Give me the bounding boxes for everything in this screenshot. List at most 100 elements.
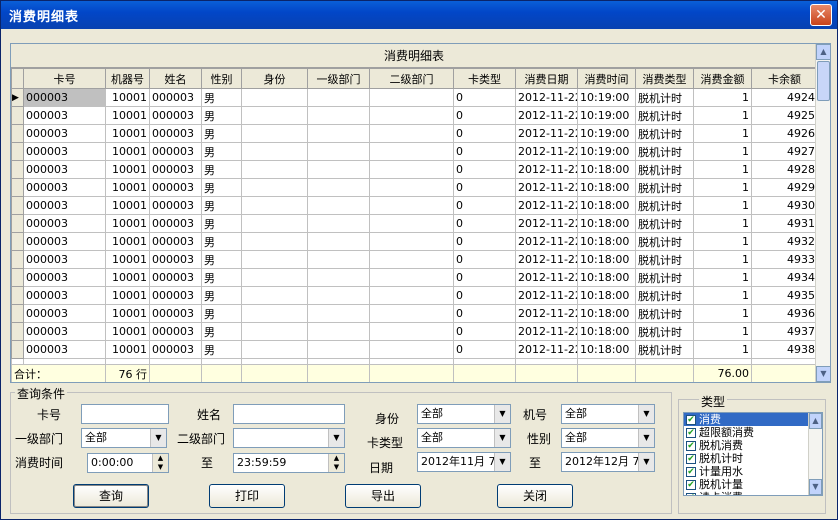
cell-gender[interactable]: 男	[201, 124, 242, 143]
row-selector[interactable]	[11, 250, 24, 269]
cell-ctype[interactable]: 脱机计时	[635, 286, 694, 305]
cell-amount[interactable]: 1	[693, 196, 752, 215]
cell-date[interactable]: 2012-11-22	[515, 322, 578, 341]
cell-card-type[interactable]: 0	[453, 196, 516, 215]
cell-gender[interactable]: 男	[201, 196, 242, 215]
cell-time[interactable]: 10:18:00	[577, 322, 636, 341]
row-selector[interactable]	[11, 142, 24, 161]
row-pointer-icon[interactable]: ▶	[11, 88, 24, 107]
type-checklist[interactable]: ✔消费✔超限额消费✔脱机消费✔脱机计时✔计量用水✔脱机计量✔读卡消费 ▲ ▼	[683, 412, 823, 496]
cell-card[interactable]: 000003	[23, 214, 106, 233]
cell-machine[interactable]: 10001	[105, 142, 150, 161]
cell-card[interactable]: 000003	[23, 268, 106, 287]
card-input[interactable]	[81, 404, 169, 424]
cell-balance[interactable]: 4928	[751, 160, 818, 179]
cell-machine[interactable]: 10001	[105, 340, 150, 359]
row-selector[interactable]	[11, 178, 24, 197]
cell-time[interactable]: 10:18:00	[577, 268, 636, 287]
checkbox-icon[interactable]: ✔	[686, 428, 696, 438]
cell-dept1[interactable]	[307, 160, 370, 179]
row-selector[interactable]	[11, 196, 24, 215]
scroll-up-icon[interactable]: ▲	[816, 44, 830, 60]
time-to-input[interactable]: 23:59:59 ▲ ▼	[233, 453, 345, 473]
cell-dept2[interactable]	[369, 88, 454, 107]
cell-ctype[interactable]: 脱机计时	[635, 268, 694, 287]
cell-machine[interactable]: 10001	[105, 196, 150, 215]
table-row[interactable]: 000003 10001 000003 男 0 2012-11-22 10:18:00 脱机计…	[11, 178, 818, 197]
cell-name[interactable]: 000003	[149, 106, 202, 125]
cell-name[interactable]: 000003	[149, 196, 202, 215]
cell-date[interactable]: 2012-11-22	[515, 160, 578, 179]
cell-balance[interactable]: 4938	[751, 340, 818, 359]
query-button[interactable]: 查询	[73, 484, 149, 508]
cell-dept1[interactable]	[307, 340, 370, 359]
cell-name[interactable]: 000003	[149, 304, 202, 323]
checkbox-icon[interactable]: ✔	[686, 480, 696, 490]
type-list-item[interactable]: ✔ 脱机计时	[684, 452, 822, 465]
type-list-item[interactable]: ✔ 计量用水	[684, 465, 822, 478]
cell-dept2[interactable]	[369, 124, 454, 143]
cell-ctype[interactable]: 脱机计时	[635, 304, 694, 323]
cardtype-select[interactable]: 全部 ▼	[417, 428, 511, 448]
column-header[interactable]: 身份	[241, 68, 308, 89]
cell-identity[interactable]	[241, 304, 308, 323]
cell-dept2[interactable]	[369, 268, 454, 287]
cell-amount[interactable]: 1	[693, 232, 752, 251]
cell-ctype[interactable]: 脱机计时	[635, 214, 694, 233]
chevron-down-icon[interactable]: ▼	[638, 405, 654, 423]
column-header[interactable]: 消费日期	[515, 68, 578, 89]
cell-name[interactable]: 000003	[149, 322, 202, 341]
cell-balance[interactable]: 4935	[751, 286, 818, 305]
cell-ctype[interactable]: 脱机计时	[635, 88, 694, 107]
cell-amount[interactable]: 1	[693, 142, 752, 161]
cell-time[interactable]: 10:19:00	[577, 124, 636, 143]
cell-identity[interactable]	[241, 142, 308, 161]
cell-balance[interactable]: 4936	[751, 304, 818, 323]
cell-amount[interactable]: 1	[693, 214, 752, 233]
scroll-up-icon[interactable]: ▲	[809, 413, 822, 429]
row-selector[interactable]	[11, 304, 24, 323]
table-row[interactable]: 000003 10001 000003 男 0 2012-11-22 10:18:00 脱机计…	[11, 268, 818, 287]
row-selector[interactable]	[11, 106, 24, 125]
table-row[interactable]: 000003 10001 000003 男 0 2012-11-22 10:19:00 脱机计…	[11, 142, 818, 161]
cell-amount[interactable]: 1	[693, 178, 752, 197]
cell-time[interactable]: 10:18:00	[577, 232, 636, 251]
cell-dept1[interactable]	[307, 88, 370, 107]
cell-card[interactable]: 000003	[23, 304, 106, 323]
cell-time[interactable]: 10:18:00	[577, 340, 636, 359]
cell-identity[interactable]	[241, 250, 308, 269]
date-from-picker[interactable]: 2012年11月 7 ▼	[417, 452, 511, 472]
row-selector[interactable]	[11, 214, 24, 233]
cell-identity[interactable]	[241, 214, 308, 233]
cell-amount[interactable]: 1	[693, 88, 752, 107]
table-row[interactable]: 000003 10001 000003 男 0 2012-11-22 10:18:00 脱机计…	[11, 160, 818, 179]
cell-amount[interactable]: 1	[693, 106, 752, 125]
export-button[interactable]: 导出	[345, 484, 421, 508]
cell-machine[interactable]: 10001	[105, 160, 150, 179]
cell-machine[interactable]: 10001	[105, 106, 150, 125]
checkbox-icon[interactable]: ✔	[686, 493, 696, 495]
column-header[interactable]: 二级部门	[369, 68, 454, 89]
cell-card-type[interactable]: 0	[453, 124, 516, 143]
cell-machine[interactable]: 10001	[105, 250, 150, 269]
cell-amount[interactable]: 1	[693, 304, 752, 323]
cell-amount[interactable]: 1	[693, 268, 752, 287]
cell-ctype[interactable]: 脱机计时	[635, 232, 694, 251]
cell-dept2[interactable]	[369, 304, 454, 323]
scroll-thumb[interactable]	[817, 61, 830, 101]
cell-dept1[interactable]	[307, 250, 370, 269]
table-row[interactable]: 000003 10001 000003 男 0 2012-11-22 10:18:00 脱机计…	[11, 340, 818, 359]
cell-balance[interactable]: 4924	[751, 88, 818, 107]
cell-card[interactable]: 000003	[23, 178, 106, 197]
cell-date[interactable]: 2012-11-22	[515, 196, 578, 215]
chevron-down-icon[interactable]: ▼	[638, 453, 654, 471]
cell-balance[interactable]: 4932	[751, 232, 818, 251]
cell-time[interactable]: 10:18:00	[577, 178, 636, 197]
table-row[interactable]: 000003 10001 000003 男 0 2012-11-22 10:18:00 脱机计…	[11, 232, 818, 251]
cell-name[interactable]: 000003	[149, 142, 202, 161]
row-selector[interactable]	[11, 232, 24, 251]
cell-dept1[interactable]	[307, 232, 370, 251]
cell-gender[interactable]: 男	[201, 160, 242, 179]
column-header[interactable]: 机器号	[105, 68, 150, 89]
column-header[interactable]: 卡号	[23, 68, 106, 89]
